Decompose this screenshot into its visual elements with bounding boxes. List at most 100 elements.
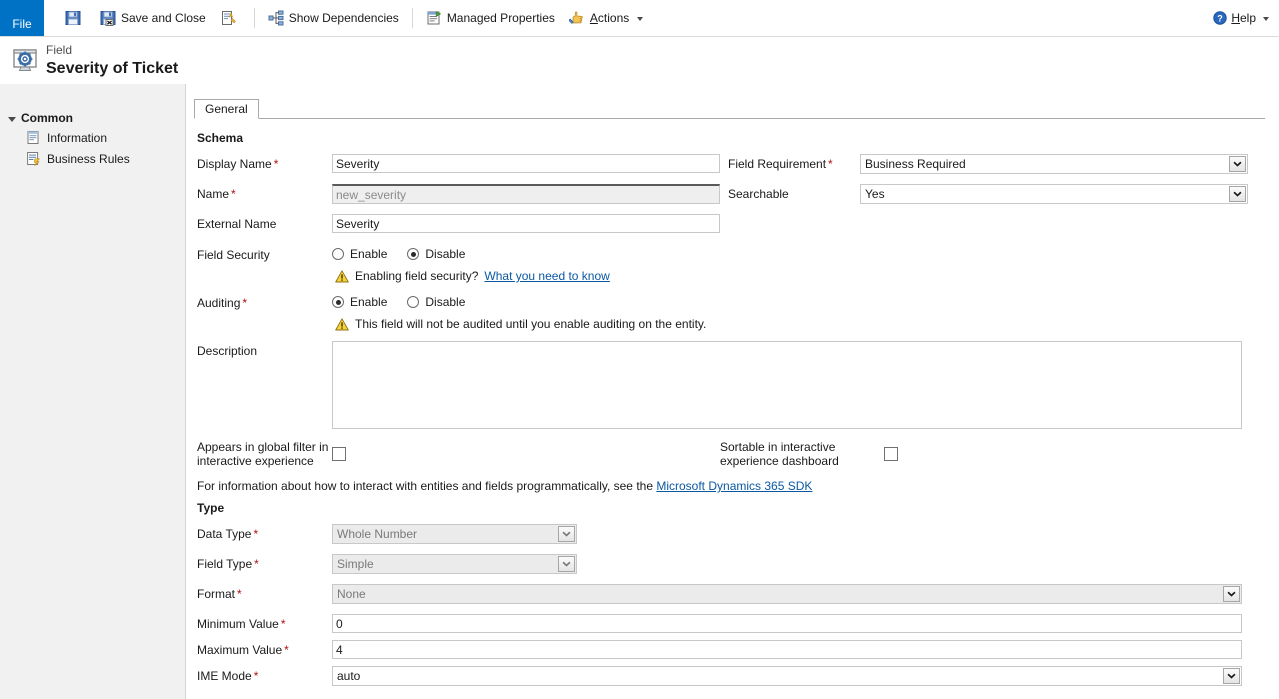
maximum-value-input[interactable] (332, 640, 1242, 659)
header-kicker: Field (46, 43, 178, 57)
show-dependencies-label: Show Dependencies (289, 11, 399, 25)
required-star: * (274, 157, 279, 171)
sidebar-item-business-rules[interactable]: Business Rules (0, 148, 185, 169)
field-form: Schema Display Name* Field Requirement* … (186, 119, 1279, 689)
auditing-disable-radio[interactable]: Disable (407, 295, 465, 309)
label-data-type: Data Type* (194, 524, 332, 542)
tab-general[interactable]: General (194, 99, 259, 119)
form-row-display-name: Display Name* Field Requirement* Busines… (194, 154, 1265, 177)
form-content-area: General Schema Display Name* Field Requi… (186, 84, 1279, 699)
section-heading-type: Type (197, 501, 1265, 515)
field-security-warning: Enabling field security? What you need t… (335, 269, 1265, 283)
searchable-select[interactable]: Yes (860, 184, 1248, 204)
save-and-close-label: Save and Close (121, 11, 206, 25)
required-star: * (281, 617, 286, 631)
label-external-name: External Name (194, 214, 332, 232)
save-and-close-button[interactable]: Save and Close (93, 7, 213, 29)
new-record-button[interactable] (213, 7, 248, 29)
required-star: * (828, 157, 833, 171)
format-value: None (337, 587, 1219, 602)
sdk-note: For information about how to interact wi… (197, 479, 1265, 493)
body: Common Information (0, 84, 1279, 699)
field-security-warning-link[interactable]: What you need to know (484, 269, 609, 283)
toolbar-divider-2 (412, 8, 413, 28)
label-ime-mode: IME Mode* (194, 666, 332, 684)
auditing-enable-radio[interactable]: Enable (332, 295, 387, 309)
radio-circle (332, 248, 344, 260)
business-rules-icon (26, 151, 41, 166)
field-requirement-value: Business Required (865, 157, 1225, 172)
field-security-warning-text: Enabling field security? (355, 269, 478, 283)
help-button[interactable]: ? Help (1213, 0, 1279, 36)
new-record-icon (220, 10, 236, 26)
global-filter-checkbox[interactable] (332, 447, 346, 461)
auditing-enable-label: Enable (350, 295, 387, 309)
description-textarea[interactable] (332, 341, 1242, 429)
sdk-link[interactable]: Microsoft Dynamics 365 SDK (656, 479, 812, 493)
radio-circle (407, 296, 419, 308)
dependencies-icon (268, 10, 284, 26)
field-requirement-select[interactable]: Business Required (860, 154, 1248, 174)
minimum-value-input[interactable] (332, 614, 1242, 633)
form-row-data-type: Data Type* Whole Number (194, 524, 1265, 547)
sidebar-item-label: Information (47, 131, 107, 145)
data-type-dropdown-button[interactable] (558, 526, 575, 542)
sidebar-group-common[interactable]: Common (0, 109, 185, 127)
file-tab[interactable]: File (0, 0, 44, 36)
tab-strip: General (194, 99, 1265, 119)
data-type-select[interactable]: Whole Number (332, 524, 577, 544)
sdk-note-text: For information about how to interact wi… (197, 479, 653, 493)
sortable-checkbox[interactable] (884, 447, 898, 461)
radio-circle-selected (332, 296, 344, 308)
form-row-minimum-value: Minimum Value* (194, 614, 1265, 633)
required-star: * (242, 296, 247, 310)
save-icon (65, 10, 81, 26)
field-security-disable-radio[interactable]: Disable (407, 247, 465, 261)
display-name-input[interactable] (332, 154, 720, 173)
label-auditing: Auditing* (194, 293, 332, 311)
label-field-security: Field Security (194, 245, 332, 263)
form-row-maximum-value: Maximum Value* (194, 640, 1265, 659)
data-type-value: Whole Number (337, 527, 554, 542)
form-row-format: Format* None (194, 584, 1265, 607)
format-dropdown-button[interactable] (1223, 586, 1240, 602)
label-display-name: Display Name* (194, 154, 332, 172)
form-row-name: Name* Searchable Yes (194, 184, 1265, 207)
label-maximum-value: Maximum Value* (194, 640, 332, 658)
field-type-select[interactable]: Simple (332, 554, 577, 574)
sidebar-item-information[interactable]: Information (0, 127, 185, 148)
field-security-enable-label: Enable (350, 247, 387, 261)
sidebar-item-label: Business Rules (47, 152, 130, 166)
help-label: Help (1231, 11, 1256, 25)
managed-properties-button[interactable]: Managed Properties (419, 7, 562, 29)
actions-icon (569, 10, 585, 26)
page-title: Severity of Ticket (46, 58, 178, 79)
required-star: * (237, 587, 242, 601)
field-requirement-dropdown-button[interactable] (1229, 156, 1246, 172)
ime-mode-value: auto (337, 669, 1219, 684)
ime-mode-dropdown-button[interactable] (1223, 668, 1240, 684)
show-dependencies-button[interactable]: Show Dependencies (261, 7, 406, 29)
chevron-down-icon (1233, 191, 1242, 197)
ime-mode-select[interactable]: auto (332, 666, 1242, 686)
searchable-value: Yes (865, 187, 1225, 202)
external-name-input[interactable] (332, 214, 720, 233)
field-security-enable-radio[interactable]: Enable (332, 247, 387, 261)
managed-properties-label: Managed Properties (447, 11, 555, 25)
searchable-dropdown-button[interactable] (1229, 186, 1246, 202)
field-type-value: Simple (337, 557, 554, 572)
format-select[interactable]: None (332, 584, 1242, 604)
form-row-auditing: Auditing* Enable Disable (194, 293, 1265, 311)
field-security-disable-label: Disable (425, 247, 465, 261)
schema-name-input[interactable] (332, 184, 720, 204)
save-button[interactable] (58, 7, 93, 29)
actions-menu-button[interactable]: Actions (562, 7, 650, 29)
warning-icon (335, 270, 349, 283)
field-type-dropdown-button[interactable] (558, 556, 575, 572)
required-star: * (254, 669, 259, 683)
form-row-external-name: External Name (194, 214, 1265, 233)
field-gear-icon (12, 47, 38, 76)
expand-triangle-icon (8, 117, 16, 122)
save-and-close-icon (100, 10, 116, 26)
auditing-radio-group: Enable Disable (332, 293, 465, 309)
